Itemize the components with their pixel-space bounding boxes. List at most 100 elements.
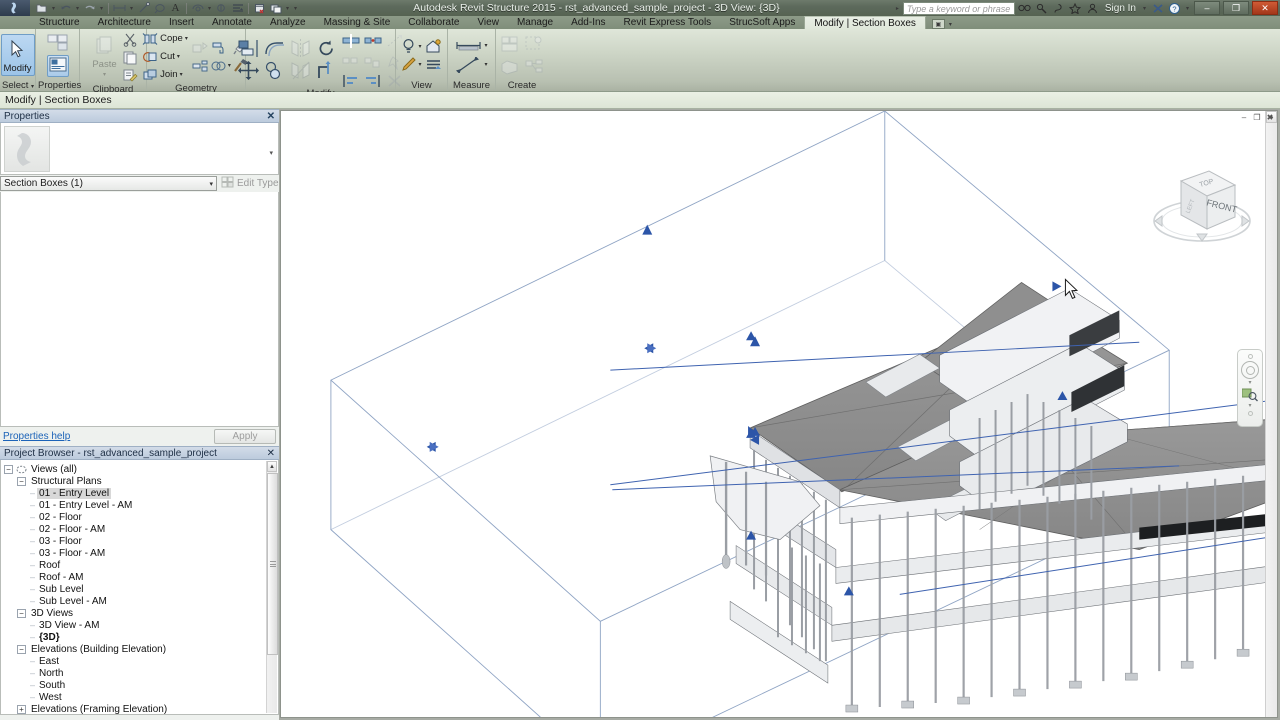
- chevron-down-icon[interactable]: ▾: [484, 42, 487, 49]
- help-search-icon[interactable]: [1017, 1, 1032, 15]
- tree-item[interactable]: – West: [4, 691, 278, 703]
- measure-between-references-button[interactable]: ▾: [455, 37, 488, 54]
- tab-structure[interactable]: Structure: [30, 16, 89, 29]
- view-restore-button[interactable]: ❐: [1252, 112, 1262, 122]
- tree-item[interactable]: –02 - Floor - AM: [4, 523, 278, 535]
- tab-view[interactable]: View: [468, 16, 508, 29]
- tab-manage[interactable]: Manage: [508, 16, 562, 29]
- undo-icon[interactable]: [58, 1, 73, 15]
- paste-button[interactable]: Paste ▾: [89, 31, 121, 79]
- line-icon[interactable]: [136, 1, 151, 15]
- tree-item[interactable]: – Sub Level - AM: [4, 595, 278, 607]
- project-browser-body[interactable]: − Views (all) − Structural Plans –01 - Entry…: [0, 460, 279, 715]
- chevron-down-icon[interactable]: ▾: [98, 5, 105, 12]
- tab-analyze[interactable]: Analyze: [261, 16, 315, 29]
- copy-element-button[interactable]: [262, 59, 288, 81]
- align-left-button[interactable]: [340, 74, 362, 88]
- align-right-button[interactable]: [362, 74, 384, 88]
- chevron-down-icon[interactable]: ▾: [228, 62, 231, 69]
- cope-button[interactable]: Cope ▾: [142, 30, 188, 47]
- schedule-icon[interactable]: [230, 1, 245, 15]
- edit-type-button[interactable]: Edit Type: [217, 176, 279, 191]
- chevron-down-icon[interactable]: ▾: [947, 21, 954, 28]
- collapse-icon[interactable]: −: [17, 644, 26, 654]
- chevron-down-icon[interactable]: ▾: [1184, 5, 1191, 12]
- account-icon[interactable]: [1085, 1, 1100, 15]
- tree-item[interactable]: – Roof - AM: [4, 571, 278, 583]
- array2-button[interactable]: [362, 52, 384, 74]
- chevron-down-icon[interactable]: ▾: [418, 43, 421, 50]
- chevron-down-icon[interactable]: ▾: [418, 61, 421, 68]
- expand-icon[interactable]: +: [17, 704, 26, 714]
- reveal-hidden-button[interactable]: ▾: [401, 38, 422, 55]
- view-cube[interactable]: TOP FRONT LEFT: [1147, 159, 1257, 259]
- help-icon[interactable]: ?: [1167, 1, 1182, 15]
- text-icon[interactable]: A: [168, 1, 183, 15]
- close-icon[interactable]: ✕: [267, 111, 275, 122]
- model-canvas[interactable]: [281, 111, 1277, 717]
- switch-join-order-icon[interactable]: [192, 41, 208, 55]
- cut-button[interactable]: [123, 31, 138, 48]
- view-close-button[interactable]: ✖: [1265, 112, 1275, 122]
- properties-variants-icon[interactable]: [47, 34, 69, 54]
- chevron-down-icon[interactable]: ▾: [74, 5, 81, 12]
- match-type-button[interactable]: [123, 67, 138, 84]
- apply-button[interactable]: Apply: [214, 429, 276, 444]
- dimension-icon[interactable]: [112, 1, 127, 15]
- split-element-button[interactable]: [340, 30, 362, 52]
- chevron-down-icon[interactable]: ▾: [269, 149, 273, 157]
- offset-button[interactable]: [262, 37, 288, 59]
- create-part-button[interactable]: [498, 55, 522, 77]
- chevron-down-icon[interactable]: ▾: [31, 84, 34, 90]
- collapse-icon[interactable]: −: [4, 464, 13, 474]
- linework-button[interactable]: ▾: [401, 56, 422, 73]
- chevron-down-icon[interactable]: ▾: [128, 5, 135, 12]
- chevron-down-icon[interactable]: ▾: [103, 71, 106, 78]
- array-button[interactable]: [340, 52, 362, 74]
- view-window[interactable]: – ❐ ✖ TOP FRONT LEFT ▾ ▾ ▲: [280, 110, 1278, 718]
- steering-wheel-icon[interactable]: [1241, 361, 1259, 379]
- application-menu-button[interactable]: [0, 0, 30, 16]
- tab-collaborate[interactable]: Collaborate: [399, 16, 468, 29]
- close-icon[interactable]: ✕: [267, 448, 275, 459]
- properties-parameter-list[interactable]: [0, 192, 279, 427]
- close-hidden-windows-icon[interactable]: [252, 1, 267, 15]
- beam-join-icon[interactable]: [192, 59, 208, 73]
- sign-in-status-icon[interactable]: [1051, 1, 1066, 15]
- tree-item[interactable]: − Views (all): [4, 463, 278, 475]
- tab-massing-and-site[interactable]: Massing & Site: [315, 16, 400, 29]
- tree-item[interactable]: –03 - Floor: [4, 535, 278, 547]
- collapse-icon[interactable]: −: [17, 608, 26, 618]
- chevron-down-icon[interactable]: ▾: [1141, 5, 1148, 12]
- chevron-down-icon[interactable]: ▾: [180, 71, 183, 78]
- chevron-down-icon[interactable]: ▾: [50, 5, 57, 12]
- zoom-icon[interactable]: [1241, 388, 1258, 402]
- chevron-down-icon[interactable]: ▾: [185, 35, 188, 42]
- tree-item[interactable]: – Roof: [4, 559, 278, 571]
- ribbon-display-icon[interactable]: ▣: [931, 19, 945, 29]
- chevron-down-icon[interactable]: ▾: [209, 180, 213, 188]
- favorites-icon[interactable]: [1068, 1, 1083, 15]
- redo-icon[interactable]: [82, 1, 97, 15]
- hide-isolate-button[interactable]: [425, 56, 442, 73]
- create-group-button[interactable]: [522, 33, 546, 55]
- tree-item[interactable]: –01 - Entry Level - AM: [4, 499, 278, 511]
- tab-insert[interactable]: Insert: [160, 16, 203, 29]
- scroll-up-icon[interactable]: ▲: [267, 461, 277, 472]
- inquiry-icon[interactable]: [1034, 1, 1049, 15]
- tag-icon[interactable]: [152, 1, 167, 15]
- minimize-button[interactable]: –: [1194, 1, 1220, 15]
- close-button[interactable]: ✕: [1252, 1, 1278, 15]
- switch-window-icon[interactable]: [268, 1, 283, 15]
- mirror-draw-axis-button[interactable]: [288, 59, 314, 81]
- navigation-bar[interactable]: ▾ ▾: [1237, 349, 1263, 427]
- customize-qat-icon[interactable]: ▾: [292, 5, 299, 12]
- project-browser-scrollbar[interactable]: ▲: [266, 461, 278, 713]
- tree-item[interactable]: – South: [4, 679, 278, 691]
- tree-item[interactable]: − Structural Plans: [4, 475, 278, 487]
- tree-item[interactable]: –02 - Floor: [4, 511, 278, 523]
- tab-add-ins[interactable]: Add-Ins: [562, 16, 614, 29]
- cut-geometry-button[interactable]: Cut ▾: [142, 48, 188, 65]
- restore-button[interactable]: ❐: [1223, 1, 1249, 15]
- view-scrollbar[interactable]: ▲: [1265, 111, 1277, 717]
